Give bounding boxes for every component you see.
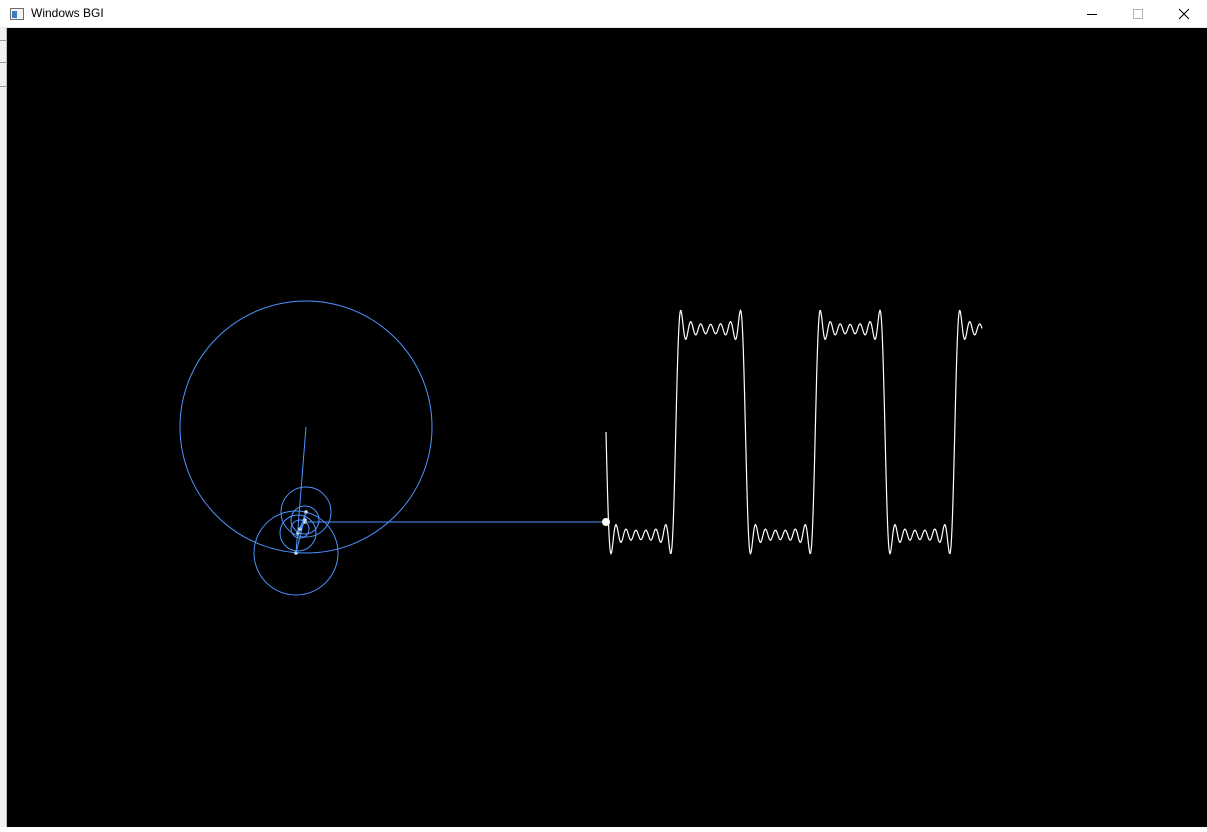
window-left-edge	[0, 28, 7, 827]
window-title: Windows BGI	[31, 6, 104, 20]
app-window-icon	[10, 8, 24, 20]
close-icon	[1178, 8, 1190, 20]
maximize-icon	[1133, 9, 1143, 19]
fourier-drawing	[179, 300, 983, 596]
minimize-icon	[1087, 14, 1097, 15]
epicycle-group	[179, 300, 433, 596]
app-window: Windows BGI	[0, 0, 1207, 827]
close-button[interactable]	[1161, 0, 1207, 28]
minimize-button[interactable]	[1069, 0, 1115, 28]
graphics-canvas	[7, 28, 1207, 827]
title-bar[interactable]: Windows BGI	[0, 0, 1207, 28]
square-wave-trace	[605, 309, 983, 555]
maximize-button[interactable]	[1115, 0, 1161, 28]
